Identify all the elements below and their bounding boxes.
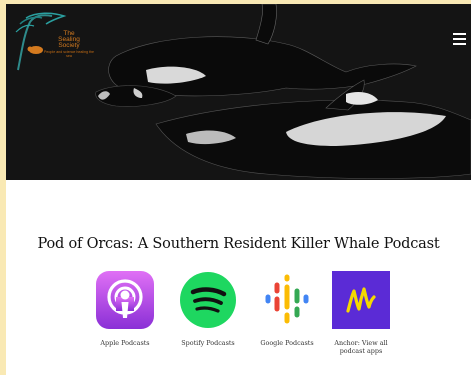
apple-podcasts-label: Apple Podcasts xyxy=(100,339,150,347)
google-podcasts-icon xyxy=(258,271,316,329)
anchor-label: Anchor: View all podcast apps xyxy=(334,339,388,355)
logo-tagline: People and science healing the sea xyxy=(44,50,94,58)
logo-line-3: Society xyxy=(58,42,80,49)
anchor-icon xyxy=(332,271,390,329)
menu-bar xyxy=(453,38,466,40)
spotify-icon xyxy=(179,271,237,329)
menu-bar xyxy=(453,43,466,45)
apple-podcasts-icon xyxy=(96,271,154,329)
logo-wordmark: The Sealing Society People and science h… xyxy=(44,30,94,58)
menu-bar xyxy=(453,33,466,35)
google-podcasts-label: Google Podcasts xyxy=(260,339,314,347)
google-podcasts-link[interactable]: Google Podcasts xyxy=(248,271,326,347)
hero-banner: The Sealing Society People and science h… xyxy=(6,4,471,180)
spotify-podcasts-label: Spotify Podcasts xyxy=(181,339,235,347)
apple-podcasts-link[interactable]: Apple Podcasts xyxy=(86,271,164,347)
spotify-podcasts-link[interactable]: Spotify Podcasts xyxy=(169,271,247,347)
page: The Sealing Society People and science h… xyxy=(6,4,471,375)
sealing-society-logo[interactable]: The Sealing Society People and science h… xyxy=(12,10,94,76)
podcast-apps: Apple Podcasts Spotify Podcasts Google P… xyxy=(6,271,471,375)
anchor-link[interactable]: Anchor: View all podcast apps xyxy=(322,271,400,355)
hamburger-menu-icon[interactable] xyxy=(453,33,466,45)
page-title: Pod of Orcas: A Southern Resident Killer… xyxy=(37,236,440,252)
